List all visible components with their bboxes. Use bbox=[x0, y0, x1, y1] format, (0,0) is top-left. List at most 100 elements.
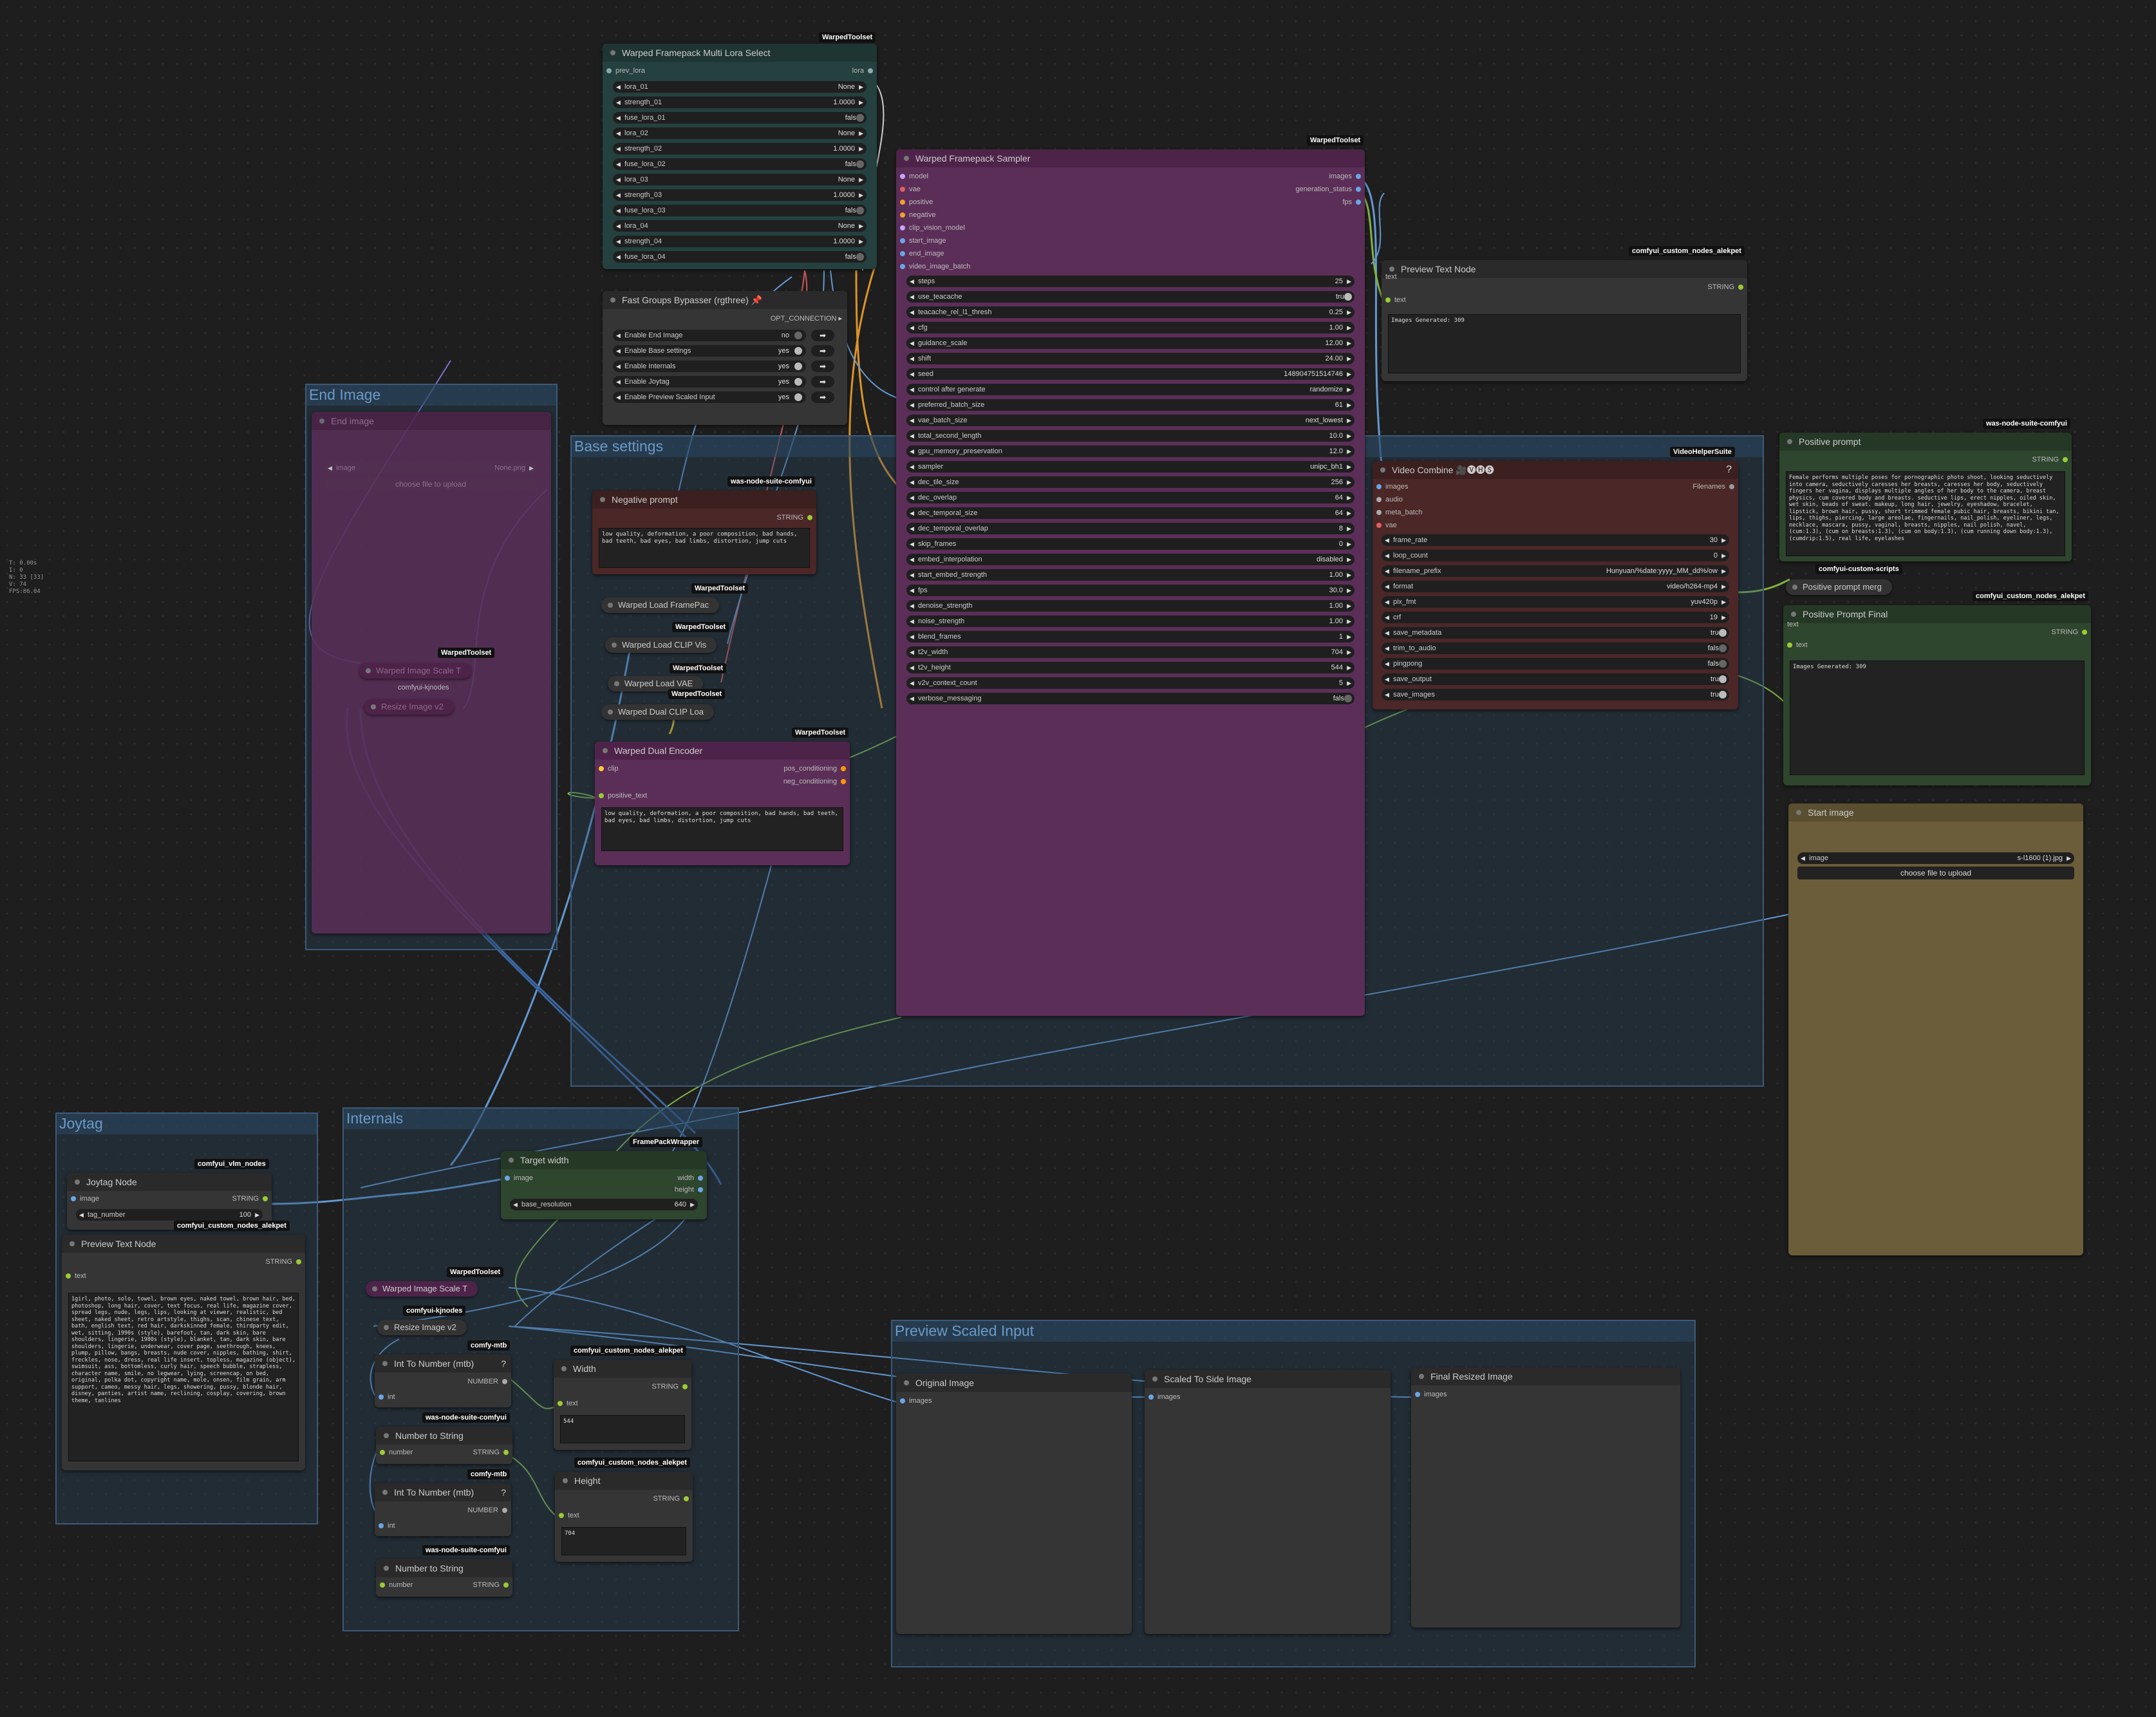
output-slot[interactable]: STRING bbox=[265, 1258, 301, 1266]
sampler-widget[interactable]: teacache_rel_l1_thresh 0.25 bbox=[906, 306, 1355, 318]
video-combine-widget[interactable]: pingpongfalse bbox=[1382, 658, 1729, 670]
video-combine-widget[interactable]: save_imagestrue bbox=[1382, 689, 1729, 700]
sampler-widget[interactable]: denoise_strength 1.00 bbox=[906, 600, 1355, 612]
lora-widget[interactable]: fuse_lora_01false bbox=[613, 112, 867, 124]
input-slot[interactable]: positive bbox=[900, 198, 933, 206]
lora-widget[interactable]: lora_01 None bbox=[613, 81, 867, 93]
video-combine-widget[interactable]: frame_rate 30 bbox=[1382, 534, 1729, 546]
toggle-knob[interactable] bbox=[794, 347, 802, 355]
framepack-sampler-node[interactable]: Warped Framepack Sampler model vae positiv… bbox=[896, 149, 1365, 1016]
node-title[interactable]: Warped Dual Encoder bbox=[595, 742, 850, 760]
input-slot[interactable]: int bbox=[379, 1393, 395, 1401]
node-title[interactable]: Scaled To Side Image bbox=[1145, 1370, 1391, 1388]
arrow-right-icon[interactable]: ➡ bbox=[811, 361, 834, 372]
input-slot[interactable]: end_image bbox=[900, 250, 944, 258]
sampler-widget[interactable]: dec_temporal_size 64 bbox=[906, 507, 1355, 519]
output-slot[interactable]: NUMBER bbox=[467, 1506, 507, 1514]
help-icon[interactable]: ? bbox=[501, 1355, 506, 1373]
toggle-knob[interactable] bbox=[794, 393, 802, 401]
node-title[interactable]: Positive Prompt Final bbox=[1783, 605, 2091, 623]
toggle-knob[interactable] bbox=[1719, 644, 1727, 652]
toggle-knob[interactable] bbox=[856, 207, 864, 214]
output-slot[interactable]: STRING bbox=[2032, 456, 2068, 464]
target-width-node[interactable]: Target width image width height base_res… bbox=[501, 1151, 707, 1219]
output-slot[interactable]: generation_status bbox=[1296, 185, 1361, 193]
input-slot[interactable]: text bbox=[1787, 621, 1799, 628]
int-to-number-node[interactable]: Int To Number (mtb)? NUMBER int bbox=[375, 1355, 511, 1407]
tag-number-widget[interactable]: tag_number100 bbox=[76, 1209, 263, 1221]
output-slot[interactable]: STRING bbox=[473, 1449, 509, 1456]
sampler-widget[interactable]: dec_overlap 64 bbox=[906, 492, 1355, 503]
preview-textarea[interactable]: 704 bbox=[561, 1527, 686, 1555]
input-slot[interactable]: text bbox=[66, 1272, 86, 1280]
toggle-knob[interactable] bbox=[856, 253, 864, 261]
output-slot[interactable]: STRING bbox=[653, 1495, 689, 1503]
toggle-knob[interactable] bbox=[1344, 695, 1352, 702]
lora-widget[interactable]: fuse_lora_04false bbox=[613, 251, 867, 263]
input-slot[interactable]: prev_lora bbox=[606, 67, 645, 75]
node-title[interactable]: Video Combine 🎥🅥🅗🅢? bbox=[1373, 461, 1738, 479]
int-to-number-node[interactable]: Int To Number (mtb)? NUMBER int bbox=[375, 1483, 511, 1536]
sampler-widget[interactable]: guidance_scale 12.00 bbox=[906, 337, 1355, 349]
sampler-widget[interactable]: control after generate randomize bbox=[906, 384, 1355, 395]
node-title[interactable]: Int To Number (mtb)? bbox=[375, 1355, 511, 1373]
preview-textarea[interactable]: 544 bbox=[560, 1415, 685, 1443]
bypass-toggle-row[interactable]: Enable Base settings yes bbox=[613, 345, 806, 357]
node-title[interactable]: Warped Framepack Multi Lora Select bbox=[603, 44, 877, 62]
sampler-widget[interactable]: use_teacachetrue bbox=[906, 291, 1355, 303]
output-slot[interactable]: STRING bbox=[2051, 628, 2087, 636]
output-slot[interactable]: NUMBER bbox=[467, 1378, 507, 1385]
base-resolution-widget[interactable]: base_resolution640 bbox=[510, 1199, 698, 1210]
input-slot[interactable]: image bbox=[71, 1195, 99, 1203]
input-slot[interactable]: start_image bbox=[900, 237, 946, 245]
sampler-widget[interactable]: blend_frames 1 bbox=[906, 631, 1355, 643]
sampler-widget[interactable]: dec_tile_size 256 bbox=[906, 476, 1355, 488]
toggle-knob[interactable] bbox=[794, 332, 802, 339]
image-select-widget[interactable]: images-l1600 (1).jpg bbox=[1797, 852, 2074, 864]
sampler-widget[interactable]: skip_frames 0 bbox=[906, 538, 1355, 550]
node-title[interactable]: Width bbox=[554, 1360, 691, 1378]
video-combine-widget[interactable]: save_outputtrue bbox=[1382, 673, 1729, 685]
lora-widget[interactable]: strength_01 1.0000 bbox=[613, 97, 867, 108]
input-slot[interactable]: video_image_batch bbox=[900, 263, 970, 270]
upload-button[interactable]: choose file to upload bbox=[1797, 867, 2074, 879]
sampler-widget[interactable]: verbose_messagingfalse bbox=[906, 693, 1355, 704]
sampler-widget[interactable]: t2v_width 704 bbox=[906, 646, 1355, 658]
video-combine-widget[interactable]: format video/h264-mp4 bbox=[1382, 581, 1729, 592]
preview-textarea[interactable]: Images Generated: 309 bbox=[1790, 661, 2085, 775]
bypass-toggle-row[interactable]: Enable End Image no bbox=[613, 330, 806, 341]
input-slot[interactable]: clip bbox=[599, 765, 619, 773]
node-title[interactable]: Positive prompt bbox=[1779, 433, 2072, 451]
input-slot[interactable]: negative bbox=[900, 211, 936, 219]
sampler-widget[interactable]: embed_interpolation disabled bbox=[906, 554, 1355, 565]
prompt-textarea[interactable]: Female performs multiple poses for porno… bbox=[1786, 471, 2065, 556]
node-title[interactable]: Number to String bbox=[376, 1559, 512, 1577]
input-slot[interactable]: number bbox=[380, 1449, 413, 1456]
video-combine-widget[interactable]: pix_fmt yuv420p bbox=[1382, 596, 1729, 608]
video-combine-widget[interactable]: loop_count 0 bbox=[1382, 550, 1729, 561]
lora-widget[interactable]: lora_03 None bbox=[613, 174, 867, 185]
prompt-merge-node[interactable]: Positive prompt merg bbox=[1786, 579, 1892, 595]
group-title[interactable]: Preview Scaled Input bbox=[892, 1321, 1694, 1342]
output-slot[interactable]: fps bbox=[1342, 198, 1361, 206]
video-combine-widget[interactable]: trim_to_audiofalse bbox=[1382, 643, 1729, 654]
preview-textarea[interactable]: 1girl, photo, solo, towel, brown eyes, n… bbox=[68, 1293, 299, 1461]
node-title[interactable]: Number to String bbox=[376, 1427, 512, 1445]
toggle-knob[interactable] bbox=[856, 160, 864, 168]
node-title[interactable]: Int To Number (mtb)? bbox=[375, 1483, 511, 1501]
sampler-widget[interactable]: fps 30.0 bbox=[906, 585, 1355, 596]
resize-image-collapsed[interactable]: Resize Image v2 bbox=[364, 699, 454, 715]
group-title[interactable]: Joytag bbox=[57, 1114, 317, 1134]
toggle-knob[interactable] bbox=[856, 114, 864, 122]
node-title[interactable]: Joytag Node bbox=[67, 1173, 272, 1191]
input-slot[interactable]: text bbox=[559, 1512, 579, 1519]
lora-widget[interactable]: fuse_lora_03false bbox=[613, 205, 867, 216]
output-slot[interactable]: lora bbox=[852, 67, 873, 75]
number-to-string-node[interactable]: Number to String number STRING bbox=[376, 1559, 512, 1597]
toggle-knob[interactable] bbox=[1719, 691, 1727, 699]
preview-text-node-joytag[interactable]: Preview Text Node STRING text 1girl, pho… bbox=[62, 1235, 305, 1470]
arrow-right-icon[interactable]: ➡ bbox=[811, 330, 834, 341]
input-slot[interactable]: text bbox=[1385, 296, 1406, 304]
node-title[interactable]: Negative prompt bbox=[592, 491, 816, 509]
input-slot[interactable]: int bbox=[379, 1522, 395, 1530]
